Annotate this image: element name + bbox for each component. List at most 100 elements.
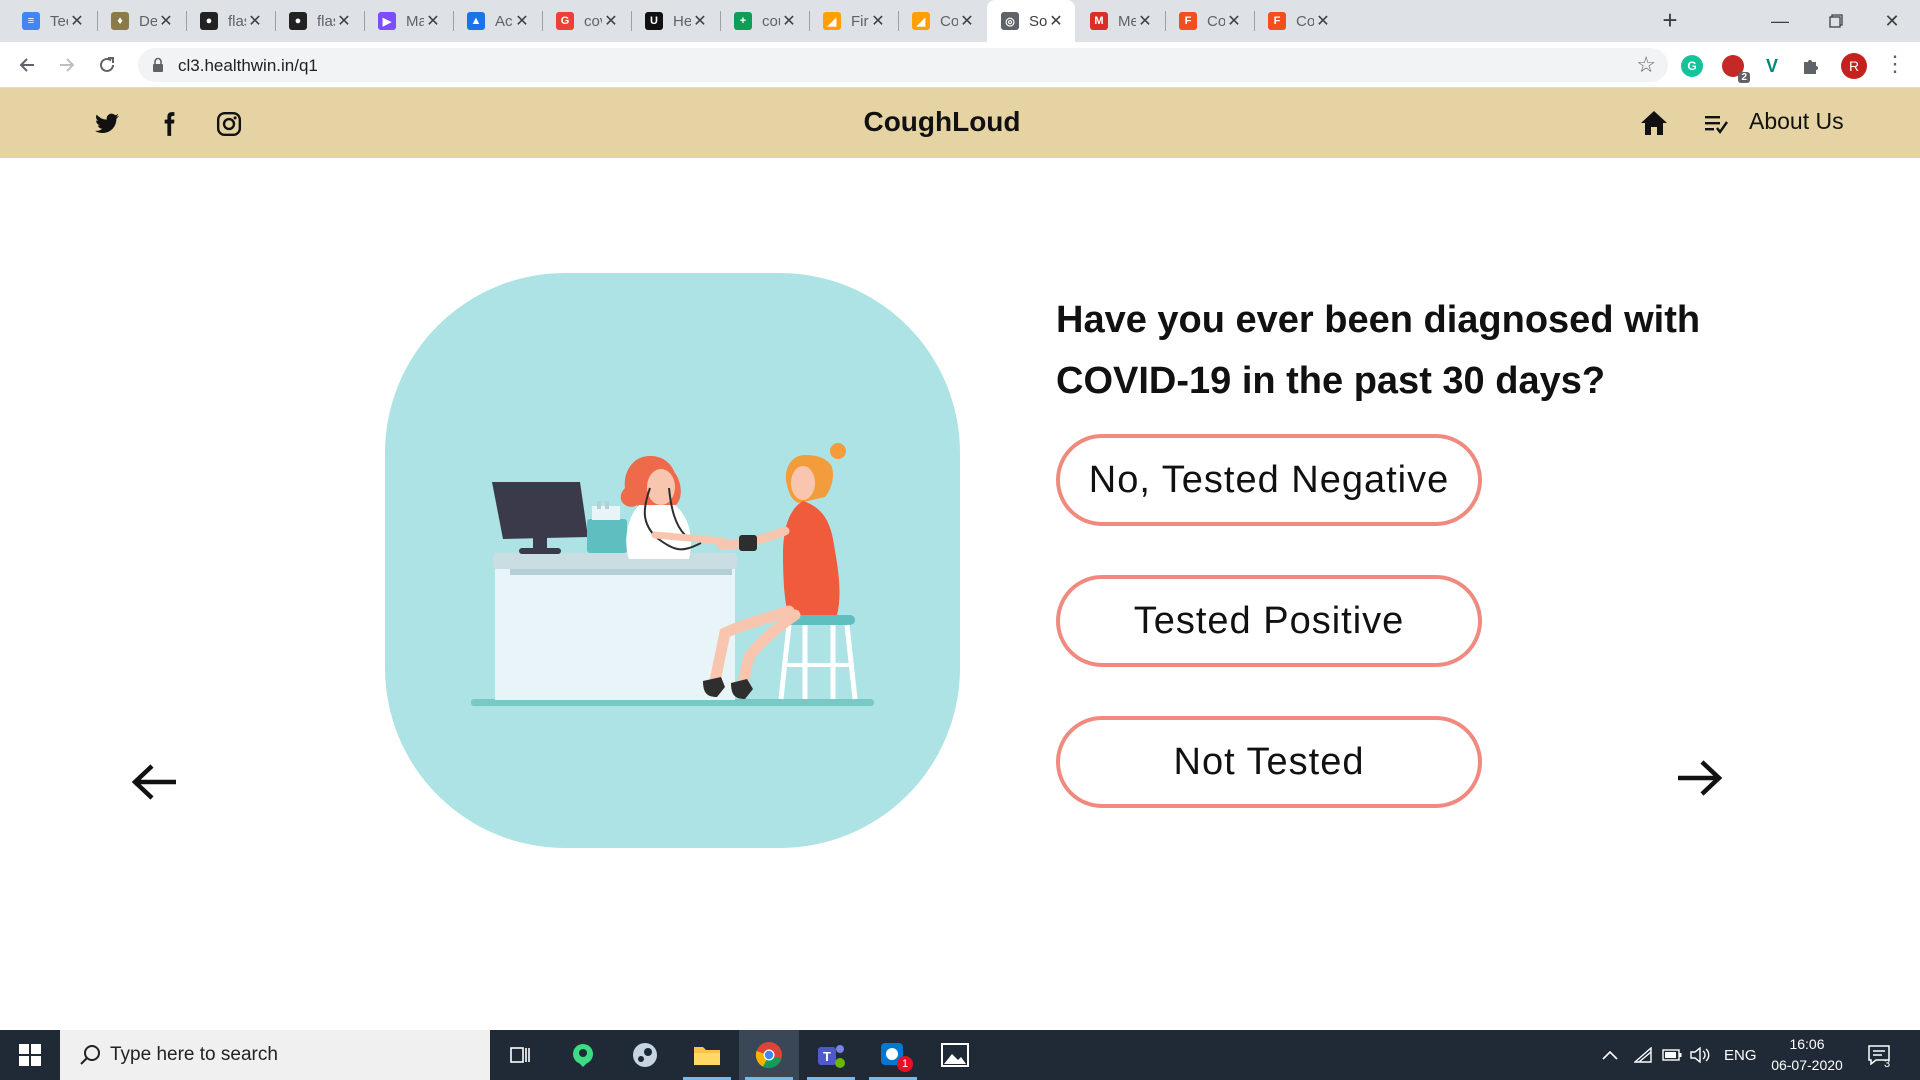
browser-tab[interactable]: F Cou✕ [1165, 0, 1253, 42]
home-icon[interactable] [1640, 110, 1668, 136]
taskbar-app-messenger[interactable]: 1 [863, 1030, 923, 1080]
close-window-button[interactable]: ✕ [1864, 0, 1920, 42]
speaker-icon [1690, 1047, 1710, 1063]
browser-tab[interactable]: Gcovi✕ [542, 0, 630, 42]
browser-tab[interactable]: ● flask✕ [275, 0, 363, 42]
battery-icon [1662, 1049, 1682, 1061]
option-tested-positive-button[interactable]: Tested Positive [1056, 575, 1482, 667]
tab-close-icon[interactable]: ✕ [246, 11, 264, 31]
show-hidden-icons-button[interactable] [1602, 1030, 1618, 1080]
option-tested-negative-button[interactable]: No, Tested Negative [1056, 434, 1482, 526]
extensions-puzzle-icon[interactable] [1800, 55, 1822, 77]
profile-avatar[interactable]: R [1841, 53, 1867, 79]
browser-tab[interactable]: ◎ Sout✕ [987, 0, 1075, 42]
system-clock[interactable]: 16:06 06-07-2020 [1762, 1034, 1852, 1076]
tab-separator [809, 11, 810, 31]
back-arrow-icon [19, 58, 34, 72]
browser-tab[interactable]: ♦ Depl✕ [97, 0, 185, 42]
tab-title: Sout [1029, 12, 1047, 30]
tab-close-icon[interactable]: ✕ [780, 11, 798, 31]
location-app-icon [573, 1044, 593, 1067]
start-button[interactable] [0, 1030, 60, 1080]
task-view-button[interactable] [490, 1030, 550, 1080]
tab-close-icon[interactable]: ✕ [602, 11, 620, 31]
browser-tab[interactable]: ◢ Fireb✕ [809, 0, 897, 42]
tab-close-icon[interactable]: ✕ [691, 11, 709, 31]
tab-title: flask [228, 12, 246, 30]
language-indicator[interactable]: ENG [1724, 1030, 1757, 1080]
browser-tab[interactable]: + coug✕ [720, 0, 808, 42]
browser-toolbar: cl3.healthwin.in/q1 ☆ G 2 V R ⋮ [0, 42, 1920, 88]
bookmark-star-icon[interactable]: ☆ [1636, 52, 1656, 78]
tab-favicon-icon: ● [200, 12, 218, 30]
previous-arrow-icon[interactable] [130, 762, 180, 802]
tab-close-icon[interactable]: ✕ [513, 11, 531, 31]
tab-close-icon[interactable]: ✕ [958, 11, 976, 31]
taskbar-app-steam[interactable] [615, 1030, 675, 1080]
about-us-link[interactable]: About Us [1749, 108, 1844, 135]
next-arrow-icon[interactable] [1674, 758, 1724, 798]
tab-close-icon[interactable]: ✕ [869, 11, 887, 31]
forward-button[interactable] [52, 50, 82, 80]
browser-tab[interactable]: ▶ Mate✕ [364, 0, 452, 42]
tab-title: Heal [673, 12, 691, 30]
tab-close-icon[interactable]: ✕ [1136, 11, 1154, 31]
wifi-icon [1634, 1047, 1652, 1063]
new-tab-button[interactable]: + [1656, 7, 1684, 35]
tab-close-icon[interactable]: ✕ [1225, 11, 1243, 31]
tab-separator [186, 11, 187, 31]
tab-close-icon[interactable]: ✕ [1047, 11, 1065, 31]
tab-close-icon[interactable]: ✕ [68, 11, 86, 31]
browser-tab[interactable]: F Cou✕ [1254, 0, 1342, 42]
site-brand-title[interactable]: CoughLoud [0, 106, 1884, 138]
tab-close-icon[interactable]: ✕ [1314, 11, 1332, 31]
windows-taskbar: Type here to search T 1 ENG 16:06 06-07-… [0, 1030, 1920, 1080]
browser-tab[interactable]: U Heal✕ [631, 0, 719, 42]
browser-menu-icon[interactable]: ⋮ [1884, 51, 1906, 77]
browser-tab[interactable]: ● flask✕ [186, 0, 274, 42]
puzzle-icon [1804, 60, 1818, 74]
taskbar-app-chrome[interactable] [739, 1030, 799, 1080]
adblock-extension-icon[interactable]: 2 [1722, 55, 1750, 83]
battery-status[interactable] [1662, 1030, 1682, 1080]
address-bar[interactable]: cl3.healthwin.in/q1 ☆ [138, 48, 1668, 82]
tab-separator [898, 11, 899, 31]
tab-separator [453, 11, 454, 31]
tab-title: Cou [940, 12, 958, 30]
browser-tab[interactable]: ▲ Acce✕ [453, 0, 541, 42]
clock-date: 06-07-2020 [1771, 1057, 1843, 1073]
tab-favicon-icon: + [734, 12, 752, 30]
doctor-illustration [385, 273, 960, 848]
action-center-button[interactable]: 3 [1868, 1030, 1890, 1080]
option-not-tested-button[interactable]: Not Tested [1056, 716, 1482, 808]
tab-title: flask [317, 12, 335, 30]
network-status[interactable] [1634, 1030, 1652, 1080]
tab-close-icon[interactable]: ✕ [335, 11, 353, 31]
tab-title: Cou [1296, 12, 1314, 30]
tab-close-icon[interactable]: ✕ [157, 11, 175, 31]
search-icon [80, 1045, 100, 1065]
taskbar-app-photos[interactable] [925, 1030, 985, 1080]
tab-close-icon[interactable]: ✕ [424, 11, 442, 31]
app-notification-badge: 1 [897, 1056, 913, 1072]
clock-time: 16:06 [1789, 1036, 1825, 1052]
browser-tab[interactable]: ≡ Tech✕ [8, 0, 96, 42]
browser-tab[interactable]: ◢ Cou✕ [898, 0, 986, 42]
grammarly-extension-icon[interactable]: G [1681, 55, 1703, 77]
volume-control[interactable] [1690, 1030, 1710, 1080]
forward-arrow-icon [60, 58, 75, 72]
taskbar-app-maps[interactable] [553, 1030, 613, 1080]
back-button[interactable] [12, 50, 42, 80]
taskbar-app-teams[interactable]: T [801, 1030, 861, 1080]
browser-tab[interactable]: M Mes✕ [1076, 0, 1164, 42]
url-text: cl3.healthwin.in/q1 [178, 56, 318, 75]
menu-list-icon[interactable] [1704, 113, 1728, 135]
search-placeholder: Type here to search [110, 1044, 278, 1065]
minimize-button[interactable]: — [1752, 0, 1808, 42]
maximize-button[interactable] [1808, 0, 1864, 42]
vue-devtools-extension-icon[interactable]: V [1761, 55, 1783, 77]
taskbar-app-file-explorer[interactable] [677, 1030, 737, 1080]
reload-button[interactable] [92, 50, 122, 80]
taskbar-search-box[interactable]: Type here to search [60, 1030, 490, 1080]
doctor-patient-illustration [471, 443, 874, 706]
